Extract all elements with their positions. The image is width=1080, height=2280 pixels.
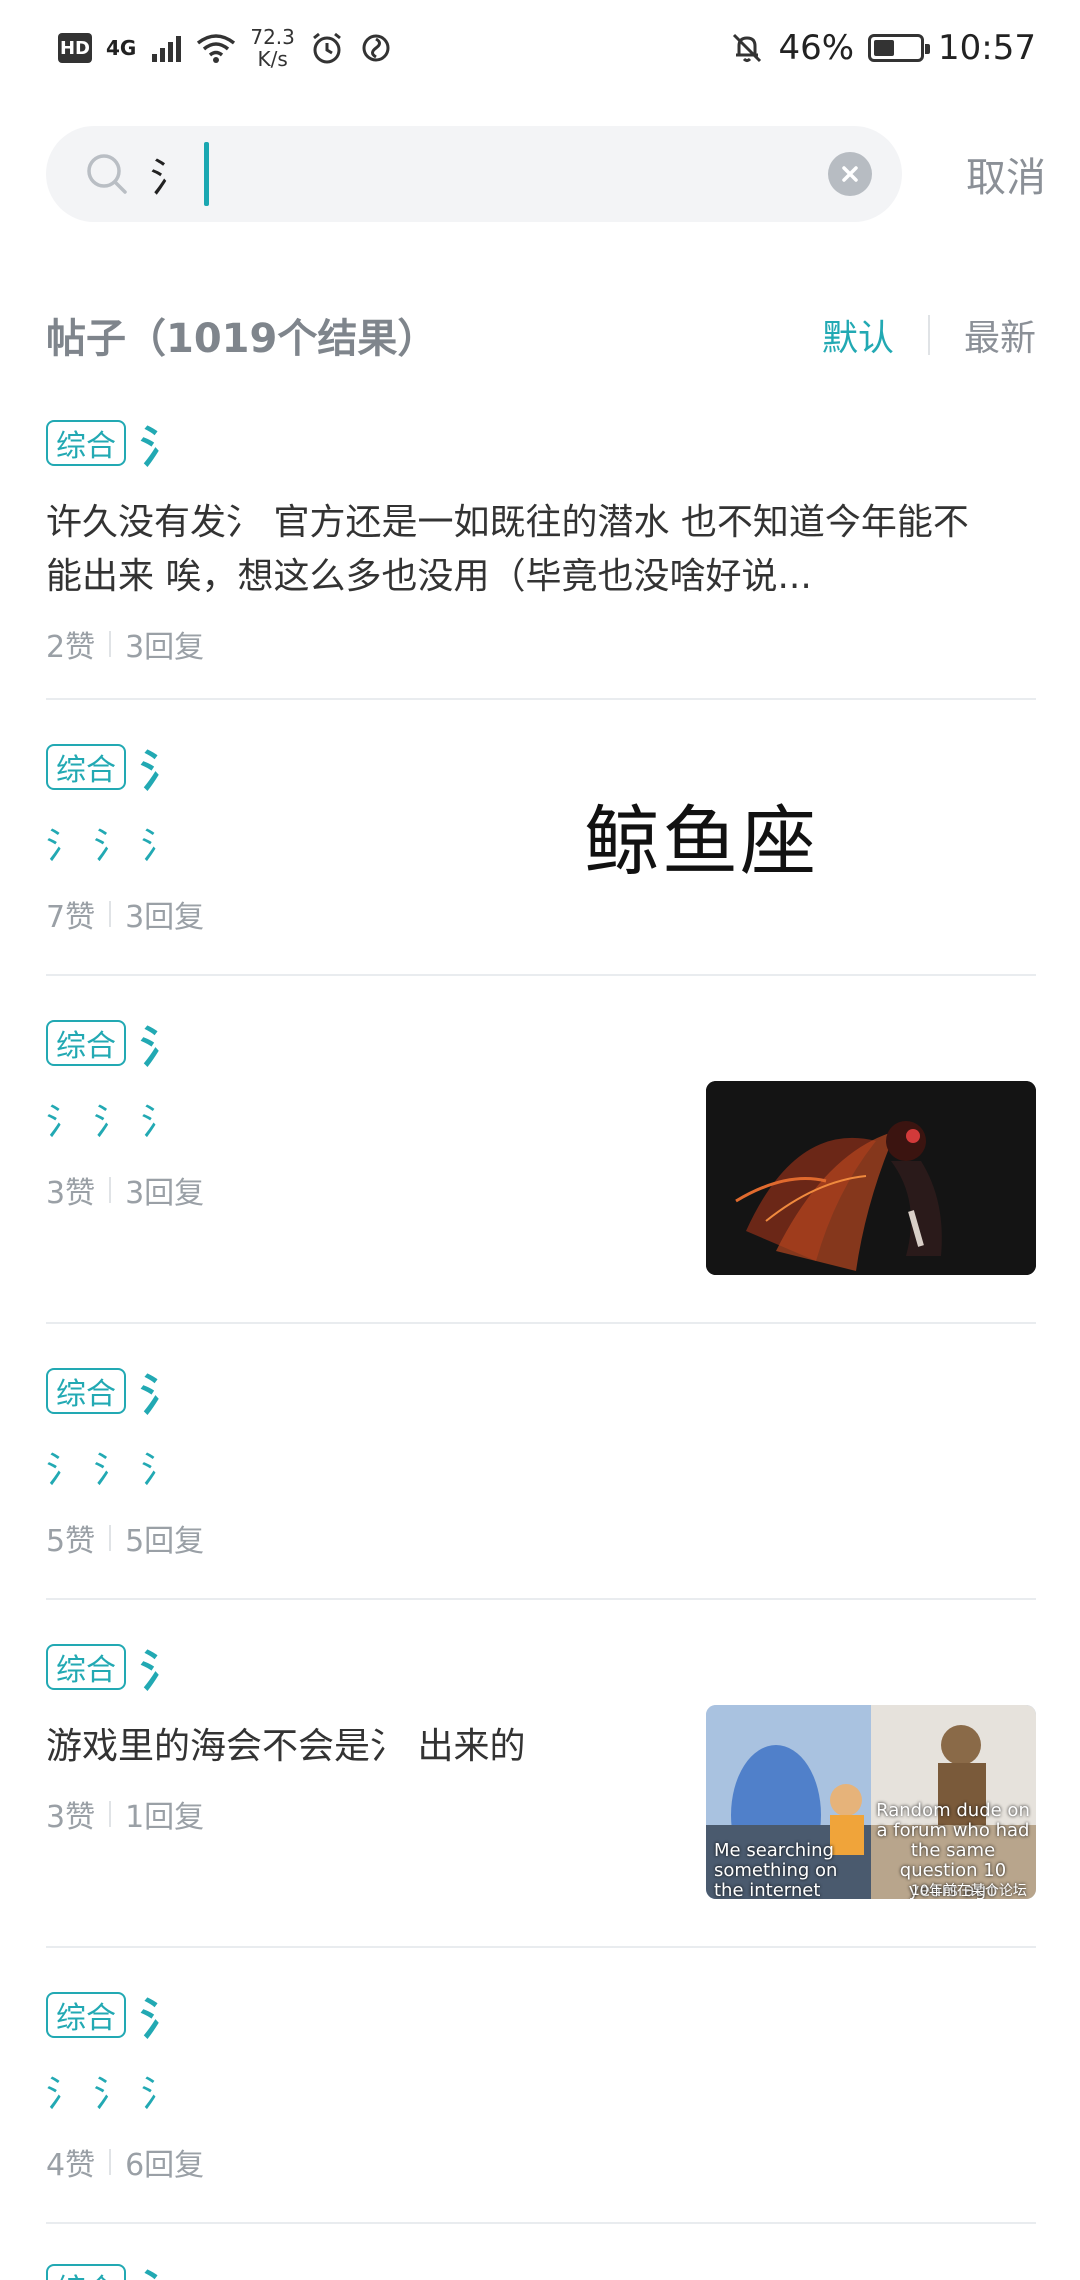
meme-left-text: Me searching something on the internet <box>714 1840 838 1900</box>
signal-icon <box>150 34 182 62</box>
sort-divider <box>927 315 930 355</box>
search-input[interactable]: 氵 <box>46 126 902 222</box>
post-thumbnail[interactable] <box>706 1081 1036 1275</box>
post-header: 综合 氵 <box>46 2252 1036 2280</box>
search-icon <box>82 149 132 199</box>
post-header: 综合 氵 <box>46 1008 1036 1078</box>
overlay-watermark-text: 鲸鱼座 <box>584 797 818 886</box>
post-header: 综合 氵 <box>46 408 1036 478</box>
post-header: 综合 氵 <box>46 1632 1036 1702</box>
results-title: 帖子（1019个结果） <box>46 316 438 362</box>
post-header: 综合 氵 <box>46 1980 1036 2050</box>
post-item[interactable]: 综合 氵 <box>46 2224 1036 2280</box>
close-icon <box>842 166 858 182</box>
reply-count[interactable]: 3回复 <box>125 1168 204 1212</box>
sort-default-tab[interactable]: 默认 <box>822 309 894 361</box>
category-tag[interactable]: 综合 <box>46 1368 126 1414</box>
meta-divider <box>109 1801 112 1827</box>
search-results-screen: HD 4G 72.3 K/s 46% 10:57 氵 取消 帖子（1019个结果… <box>0 0 1080 2280</box>
battery-fill <box>874 40 895 56</box>
artwork-image <box>706 1081 1036 1275</box>
reply-count[interactable]: 3回复 <box>125 622 204 666</box>
speed-unit: K/s <box>257 47 288 71</box>
search-row: 氵 取消 <box>46 126 1046 222</box>
post-item[interactable]: 综合 氵 氵 氵 氵 5赞 5回复 <box>46 1324 1036 1600</box>
reply-count[interactable]: 1回复 <box>125 1792 204 1836</box>
category-tag[interactable]: 综合 <box>46 744 126 790</box>
category-tag[interactable]: 综合 <box>46 1020 126 1066</box>
category-tag[interactable]: 综合 <box>46 1992 126 2038</box>
wifi-icon <box>196 33 236 63</box>
reply-count[interactable]: 3回复 <box>125 892 204 936</box>
bell-muted-icon <box>730 31 764 65</box>
post-item[interactable]: 综合 氵 许久没有发氵 官方还是一如既往的潜水 也不知道今年能不能出来 唉，想这… <box>46 390 1036 700</box>
post-body: 游戏里的海会不会是氵 出来的 <box>46 1726 526 1767</box>
post-header: 综合 氵 <box>46 732 1036 802</box>
post-item[interactable]: 综合 氵 氵 氵 氵 7赞 3回复 <box>46 700 1036 976</box>
status-right: 46% 10:57 <box>730 28 1036 68</box>
network-speed: 72.3 K/s <box>250 26 295 70</box>
reply-count[interactable]: 6回复 <box>125 2140 204 2184</box>
like-count[interactable]: 3赞 <box>46 1792 95 1836</box>
post-body: 许久没有发氵 官方还是一如既往的潜水 也不知道今年能不能出来 唉，想这么多也没用… <box>46 502 969 597</box>
reply-count[interactable]: 5回复 <box>125 1516 204 1560</box>
post-meta: 5赞 5回复 <box>46 1516 1036 1560</box>
sort-latest-tab[interactable]: 最新 <box>964 309 1036 361</box>
like-count[interactable]: 2赞 <box>46 622 95 666</box>
like-count[interactable]: 4赞 <box>46 2140 95 2184</box>
category-tag[interactable]: 综合 <box>46 1644 126 1690</box>
post-keyword: 氵 <box>140 1994 184 2045</box>
post-keyword: 氵 <box>140 1022 184 1073</box>
post-meta: 7赞 3回复 <box>46 892 1036 936</box>
post-meta: 4赞 6回复 <box>46 2140 1036 2184</box>
post-keyword: 氵 <box>140 746 184 797</box>
category-tag[interactable]: 综合 <box>46 2264 126 2280</box>
post-item[interactable]: 综合 氵 氵 氵 氵 3赞 3回复 <box>46 976 1036 1324</box>
meme-footer-text: 10年前在某个论坛 <box>911 1883 1027 1899</box>
post-item[interactable]: 综合 氵 氵 氵 氵 4赞 6回复 <box>46 1948 1036 2224</box>
results-header: 帖子（1019个结果） 默认 最新 <box>46 300 1036 370</box>
alarm-icon <box>309 30 345 66</box>
post-body: 氵 氵 氵 <box>46 1450 177 1491</box>
speed-value: 72.3 <box>250 25 295 49</box>
post-body: 氵 氵 氵 <box>46 1102 177 1143</box>
post-keyword: 氵 <box>140 1646 184 1697</box>
meta-divider <box>109 901 112 927</box>
post-header: 综合 氵 <box>46 1356 1036 1426</box>
sort-tabs: 默认 最新 <box>822 309 1036 361</box>
category-tag[interactable]: 综合 <box>46 420 126 466</box>
battery-percent: 46% <box>778 28 855 68</box>
post-thumbnail[interactable]: Me searching something on the internet R… <box>706 1705 1036 1899</box>
post-item[interactable]: 综合 氵 游戏里的海会不会是氵 出来的 3赞 1回复 Me searching … <box>46 1600 1036 1948</box>
status-bar: HD 4G 72.3 K/s 46% 10:57 <box>0 0 1080 96</box>
hd-badge: HD <box>58 33 92 63</box>
clear-search-button[interactable] <box>828 152 872 196</box>
like-count[interactable]: 7赞 <box>46 892 95 936</box>
meta-divider <box>109 1525 112 1551</box>
search-value: 氵 <box>150 155 190 201</box>
battery-icon <box>868 34 931 62</box>
meta-divider <box>109 631 112 657</box>
status-left: HD 4G 72.3 K/s <box>58 26 393 70</box>
sync-icon <box>359 31 393 65</box>
post-list: 综合 氵 许久没有发氵 官方还是一如既往的潜水 也不知道今年能不能出来 唉，想这… <box>46 390 1036 2280</box>
post-body: 氵 氵 氵 <box>46 2074 177 2115</box>
meta-divider <box>109 1177 112 1203</box>
post-keyword: 氵 <box>140 422 184 473</box>
network-type: 4G <box>106 36 137 60</box>
meta-divider <box>109 2149 112 2175</box>
text-caret <box>204 142 209 206</box>
post-body: 氵 氵 氵 <box>46 826 177 867</box>
post-keyword: 氵 <box>140 1370 184 1421</box>
cancel-button[interactable]: 取消 <box>956 145 1046 203</box>
like-count[interactable]: 3赞 <box>46 1168 95 1212</box>
like-count[interactable]: 5赞 <box>46 1516 95 1560</box>
post-meta: 2赞 3回复 <box>46 622 1036 666</box>
post-keyword: 氵 <box>140 2255 184 2280</box>
clock: 10:57 <box>938 28 1036 68</box>
